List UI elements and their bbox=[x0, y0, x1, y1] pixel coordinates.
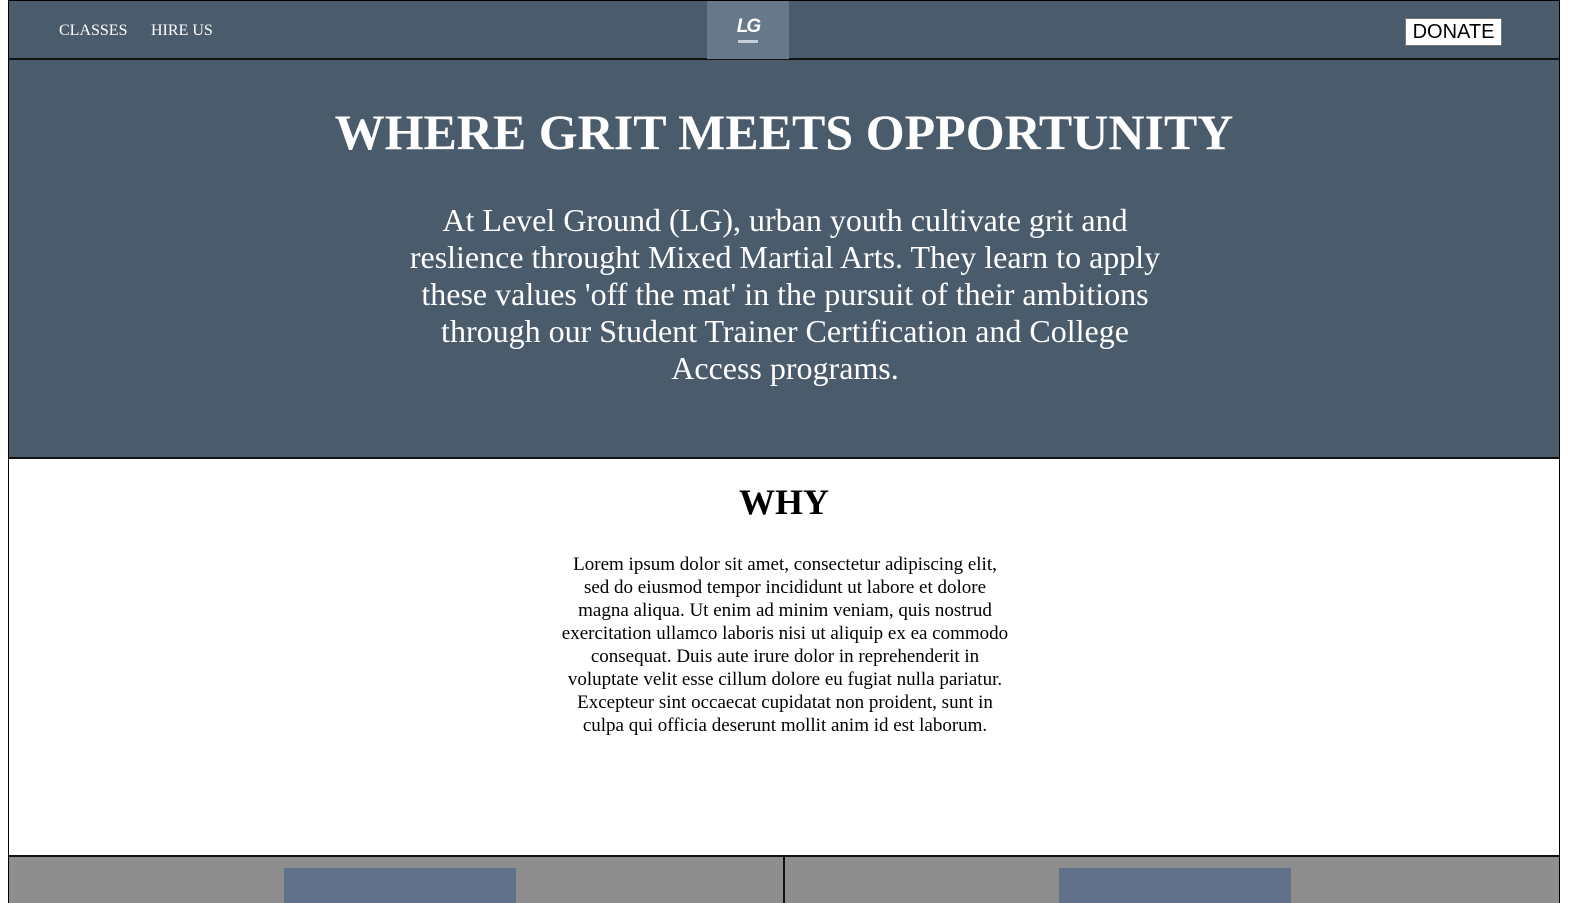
feature-cards-row bbox=[9, 855, 1559, 903]
feature-card-right bbox=[783, 857, 1559, 903]
why-heading: WHY bbox=[739, 482, 829, 522]
card-image-left bbox=[284, 868, 516, 903]
page: CLASSES HIRE US LG DONATE WHERE GRIT MEE… bbox=[8, 0, 1560, 903]
hero-text: At Level Ground (LG), urban youth cultiv… bbox=[409, 202, 1161, 386]
donate-button[interactable]: DONATE bbox=[1405, 18, 1502, 46]
logo-subtext bbox=[738, 39, 758, 43]
logo[interactable]: LG bbox=[707, 1, 789, 59]
nav-link-classes[interactable]: CLASSES bbox=[59, 22, 127, 40]
navbar: CLASSES HIRE US LG DONATE bbox=[9, 0, 1559, 60]
why-text: Lorem ipsum dolor sit amet, consectetur … bbox=[561, 554, 1009, 736]
nav-link-hire-us[interactable]: HIRE US bbox=[151, 22, 213, 40]
logo-mark: LG bbox=[736, 15, 761, 37]
feature-card-left bbox=[9, 857, 783, 903]
hero-title: WHERE GRIT MEETS OPPORTUNITY bbox=[334, 104, 1234, 160]
card-image-right bbox=[1059, 868, 1291, 903]
hero-section: WHERE GRIT MEETS OPPORTUNITY At Level Gr… bbox=[9, 60, 1559, 459]
